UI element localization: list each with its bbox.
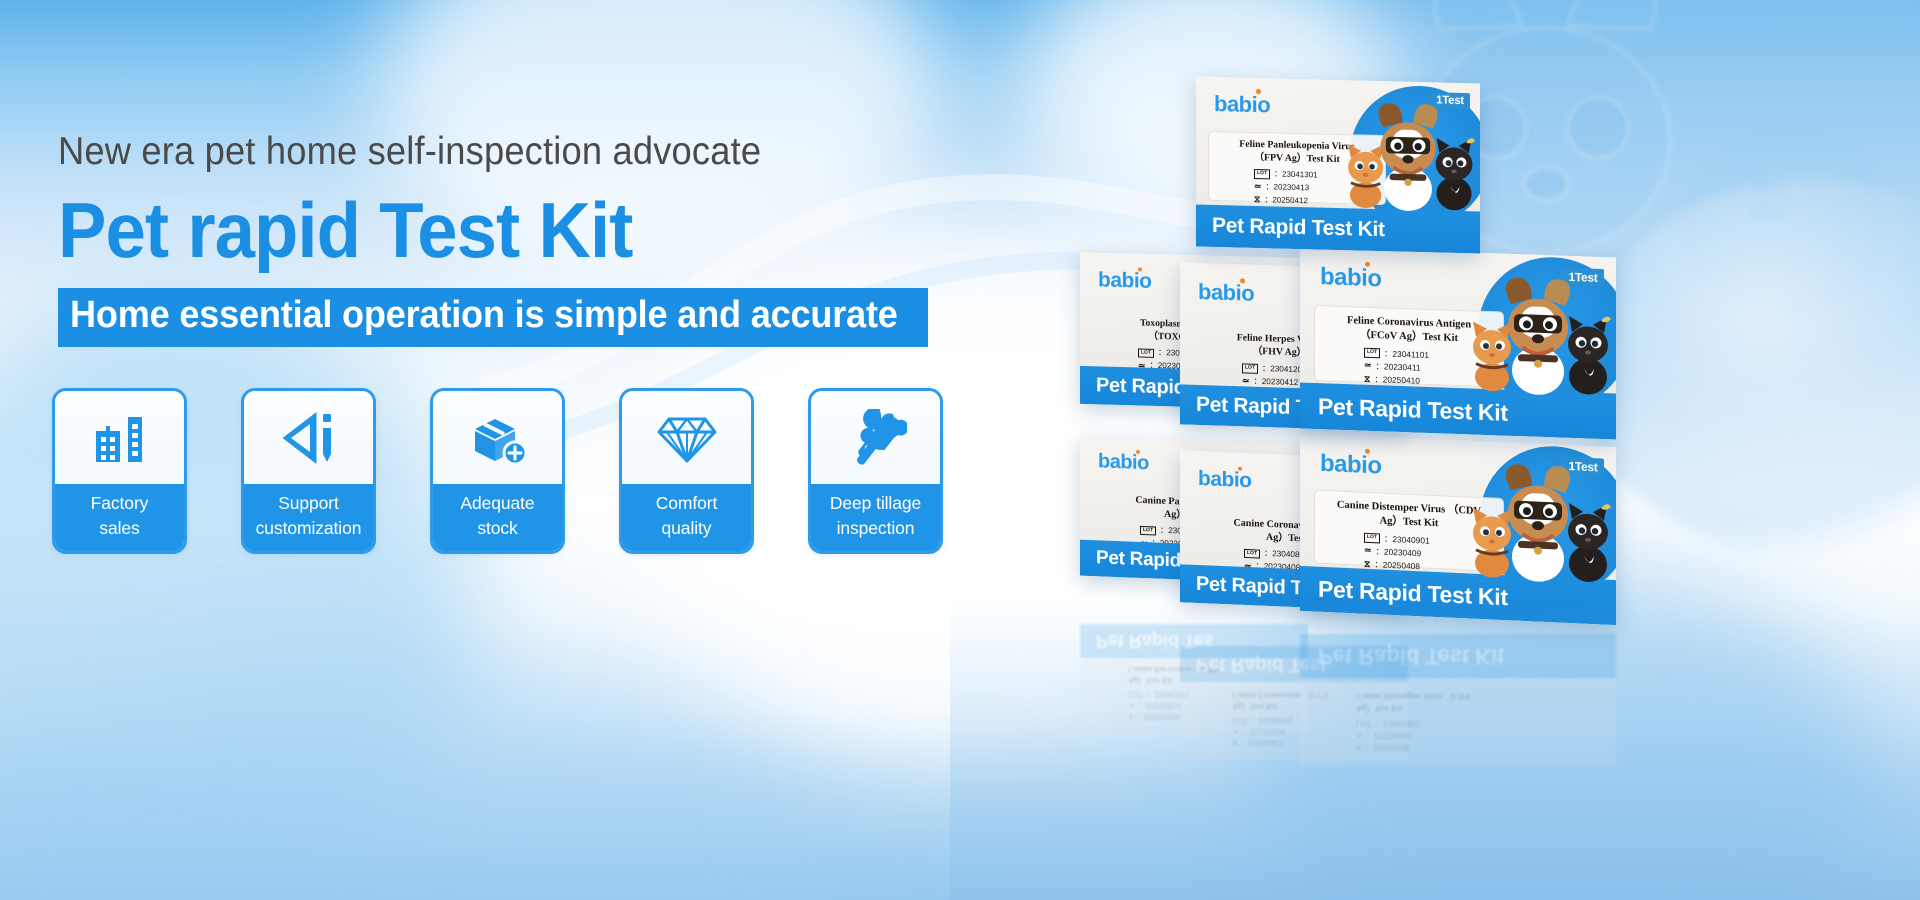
customization-icon [244,391,373,484]
pet-illustration [1473,464,1611,582]
brand-logo-text: babio [1320,263,1382,293]
feature-card-factory-sales[interactable]: Factory sales [52,388,187,554]
assay-line-1: Feline Coronavirus Antigen [1346,315,1472,331]
hero-eyebrow: New era pet home self-inspection advocat… [58,130,762,173]
product-box-cdv[interactable]: babio 1Test Canine Distemper Virus （CDV … [1300,432,1616,626]
brand-logo-text: babio [1214,90,1271,118]
brand-logo-text: babio [1320,449,1382,480]
page-title: Pet rapid Test Kit [58,185,633,274]
diamond-icon [622,391,751,484]
hero-tagline-bar: Home essential operation is simple and a… [58,287,928,348]
product-box-fcov[interactable]: babio 1Test Feline Coronavirus Antigen （… [1300,246,1616,440]
box-plus-icon [433,391,562,484]
feature-card-label: Support customization [244,484,373,551]
brand-logo-text: babio [1198,466,1252,493]
brand-logo-text: babio [1098,268,1152,293]
mfg-date: 20230413 [1273,182,1310,192]
feature-card-deep-tillage-inspection[interactable]: Deep tillage inspection [808,388,943,554]
feature-label-line1: Comfort [655,493,718,513]
brand-logo-text: babio [1098,450,1149,475]
factory-building-icon [55,391,184,484]
feature-label-line2: sales [99,517,140,538]
feature-label-line2: quality [661,517,712,538]
feature-card-support-customization[interactable]: Support customization [241,388,376,554]
hero-tagline: Home essential operation is simple and a… [70,293,898,336]
pet-illustration [1348,103,1476,211]
assay-line-2: （FPV Ag）Test Kit [1254,151,1340,165]
pet-illustration [1473,277,1611,395]
feature-label-line2: stock [477,517,518,538]
feature-label-line1: Factory [90,493,149,513]
product-box-fpv[interactable]: babio 1Test Feline Panleukopenia Virus （… [1196,76,1480,254]
feature-label-line1: Support [278,493,339,513]
feature-card-label: Comfort quality [622,484,751,551]
box-banner-text: Pet Rapid Test Kit [1318,392,1508,426]
feature-label-line2: inspection [836,517,915,538]
lot-number: 23040901 [1392,533,1430,546]
feature-card-label: Factory sales [55,484,184,551]
box-banner-text: Pet Rapid Test Kit [1212,213,1385,242]
assay-line-2: Ag）Test Kit [1379,515,1439,529]
feature-card-comfort-quality[interactable]: Comfort quality [619,388,754,554]
assay-line-1: Canine Distemper Virus （CDV [1336,499,1482,518]
lot-number: 23041301 [1282,169,1318,180]
mfg-date: 20230409 [1383,546,1422,559]
mfg-date: 20230411 [1383,361,1421,373]
feature-label-line2: customization [255,517,362,538]
feature-card-label: Adequate stock [433,484,562,551]
brand-logo-text: babio [1198,278,1255,306]
wrench-tools-icon [811,391,940,484]
feature-card-label: Deep tillage inspection [811,484,940,551]
exp-date: 20250412 [1272,195,1308,206]
hero-text-block: New era pet home self-inspection advocat… [58,130,978,348]
assay-line-2: （FCoV Ag）Test Kit [1359,329,1458,344]
lot-number: 23041101 [1392,348,1430,360]
feature-card-adequate-stock[interactable]: Adequate stock [430,388,565,554]
feature-label-line1: Deep tillage [829,493,922,513]
feature-card-list: Factory sales Support customization Adeq… [52,388,943,554]
feature-label-line1: Adequate [460,493,535,513]
